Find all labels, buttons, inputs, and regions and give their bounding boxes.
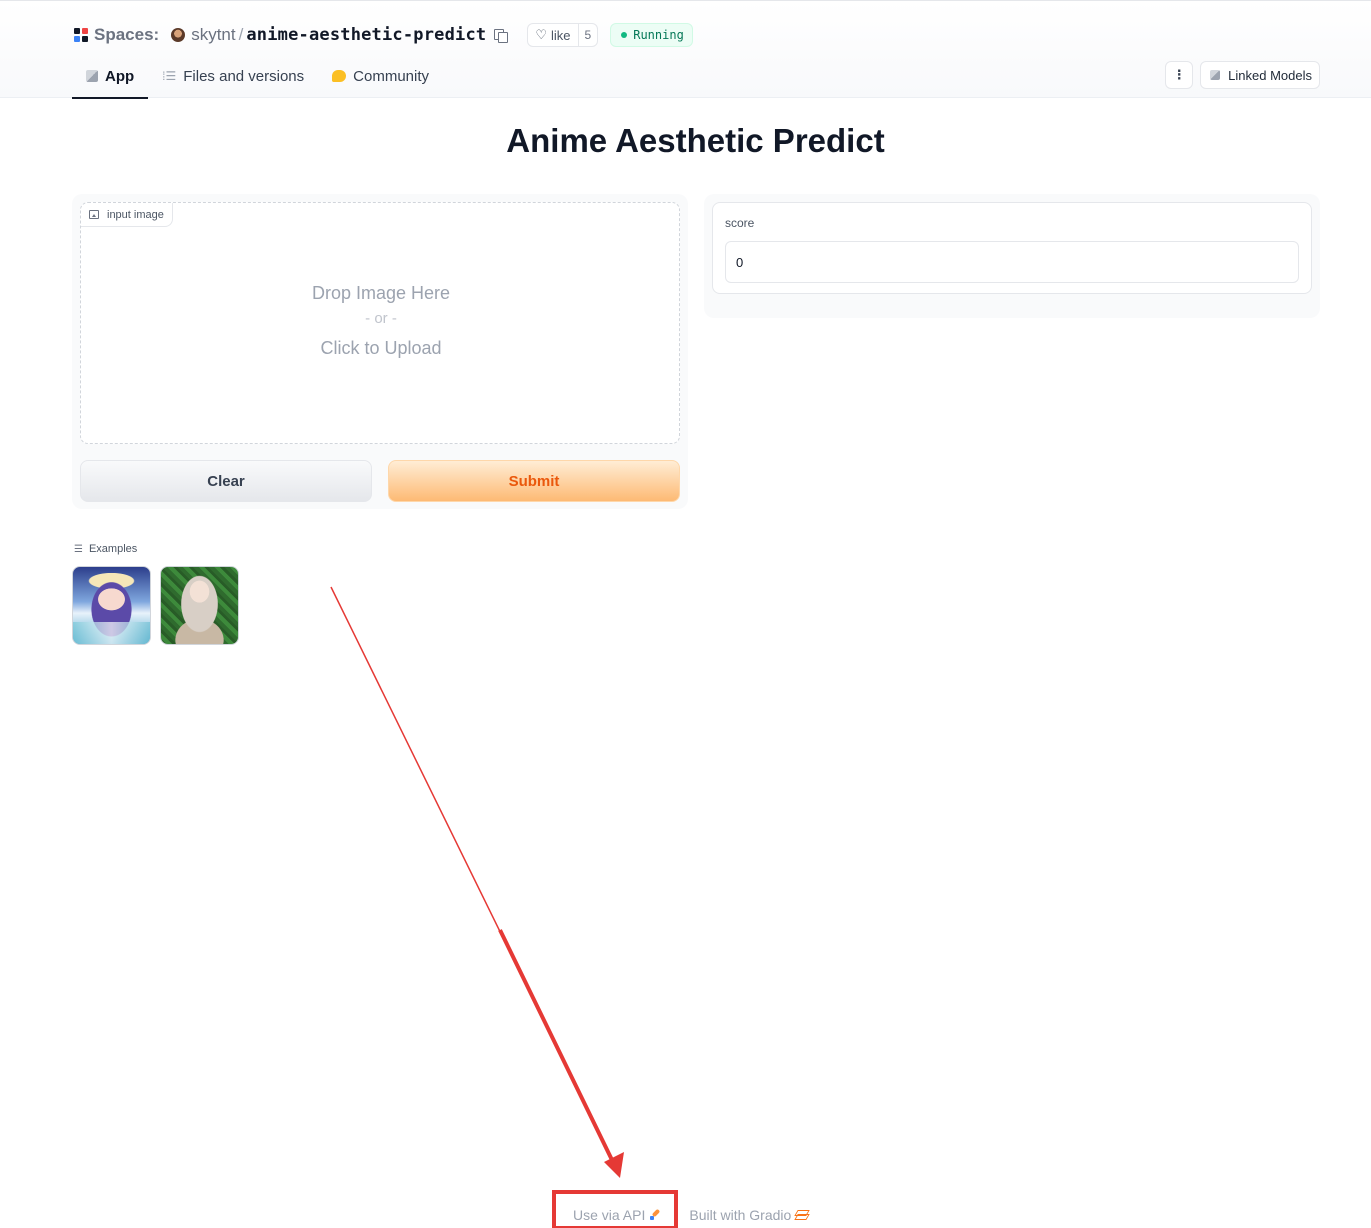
- annotation-arrow-shaft: [498, 929, 614, 1161]
- built-with-gradio-label: Built with Gradio: [689, 1207, 792, 1223]
- status-dot-icon: [621, 32, 628, 38]
- score-output-field[interactable]: [725, 241, 1299, 283]
- click-to-upload-text: Click to Upload: [320, 338, 442, 358]
- tab-community-label: Community: [353, 67, 430, 85]
- heart-icon: ♡: [535, 27, 548, 42]
- input-image-label-text: input image: [107, 208, 164, 221]
- tab-files-label: Files and versions: [183, 67, 305, 85]
- drop-image-text: Drop Image Here: [311, 283, 451, 303]
- spaces-link[interactable]: Spaces:: [94, 25, 159, 45]
- score-output-block: score: [712, 202, 1312, 294]
- space-tabs: App ⁞☰ Files and versions Community: [72, 55, 443, 99]
- examples-label: Examples: [88, 543, 138, 555]
- status-text: Running: [633, 28, 684, 42]
- use-via-api-label: Use via API: [573, 1207, 646, 1223]
- clear-button[interactable]: Clear: [80, 460, 372, 502]
- input-panel: input image Drop Image Here - or - Click…: [72, 194, 688, 509]
- files-icon: ⁞☰: [162, 69, 177, 83]
- tab-files-and-versions[interactable]: ⁞☰ Files and versions: [148, 55, 318, 97]
- built-with-gradio-link[interactable]: Built with Gradio: [689, 1207, 807, 1223]
- like-button-label-group[interactable]: ♡ like: [528, 27, 577, 43]
- score-label: score: [725, 216, 755, 230]
- rocket-icon: [649, 1209, 661, 1221]
- cube-icon: [1210, 70, 1221, 80]
- repo-name-link[interactable]: anime-aesthetic-predict: [246, 25, 486, 45]
- linked-models-button[interactable]: Linked Models: [1200, 61, 1320, 89]
- image-icon: [89, 210, 99, 219]
- tab-community[interactable]: Community: [318, 55, 443, 97]
- owner-link[interactable]: skytnt: [191, 25, 235, 45]
- output-panel: score: [704, 194, 1320, 318]
- image-upload-dropzone[interactable]: input image Drop Image Here - or - Click…: [80, 202, 680, 444]
- space-title-row: Spaces: skytnt / anime-aesthetic-predict…: [74, 21, 693, 49]
- or-separator-text: - or -: [365, 310, 397, 327]
- status-badge: Running: [610, 23, 693, 47]
- more-options-button[interactable]: ⋮: [1165, 61, 1194, 89]
- page-title: Anime Aesthetic Predict: [506, 122, 885, 159]
- cube-icon: [86, 70, 98, 82]
- footer: Use via API Built with Gradio: [573, 1207, 807, 1223]
- copy-icon[interactable]: [494, 28, 509, 43]
- list-icon: ☰: [74, 543, 83, 555]
- example-thumbnail-1[interactable]: [72, 566, 151, 645]
- like-button[interactable]: ♡ like 5: [527, 23, 599, 47]
- submit-button[interactable]: Submit: [388, 460, 680, 502]
- spaces-logo-icon: [74, 28, 88, 42]
- examples-header: ☰ Examples: [74, 543, 137, 555]
- like-count[interactable]: 5: [577, 24, 598, 46]
- use-via-api-link[interactable]: Use via API: [573, 1207, 661, 1223]
- owner-avatar: [171, 28, 186, 42]
- linked-models-label: Linked Models: [1228, 67, 1312, 83]
- community-icon: [332, 70, 347, 82]
- annotation-arrow-shaft-thin: [330, 586, 613, 1161]
- like-label: like: [551, 27, 571, 43]
- header-actions: ⋮ Linked Models: [1165, 61, 1320, 89]
- tab-app-label: App: [105, 67, 135, 85]
- annotation-arrow-head: [604, 1152, 624, 1178]
- upload-instructions[interactable]: Drop Image Here - or - Click to Upload: [81, 283, 681, 365]
- tab-app[interactable]: App: [72, 55, 149, 99]
- space-header: Spaces: skytnt / anime-aesthetic-predict…: [0, 0, 1371, 99]
- path-separator: /: [238, 25, 244, 44]
- input-image-label: input image: [81, 203, 173, 227]
- example-thumbnail-2[interactable]: [160, 566, 239, 645]
- gradio-logo-icon: [795, 1210, 807, 1220]
